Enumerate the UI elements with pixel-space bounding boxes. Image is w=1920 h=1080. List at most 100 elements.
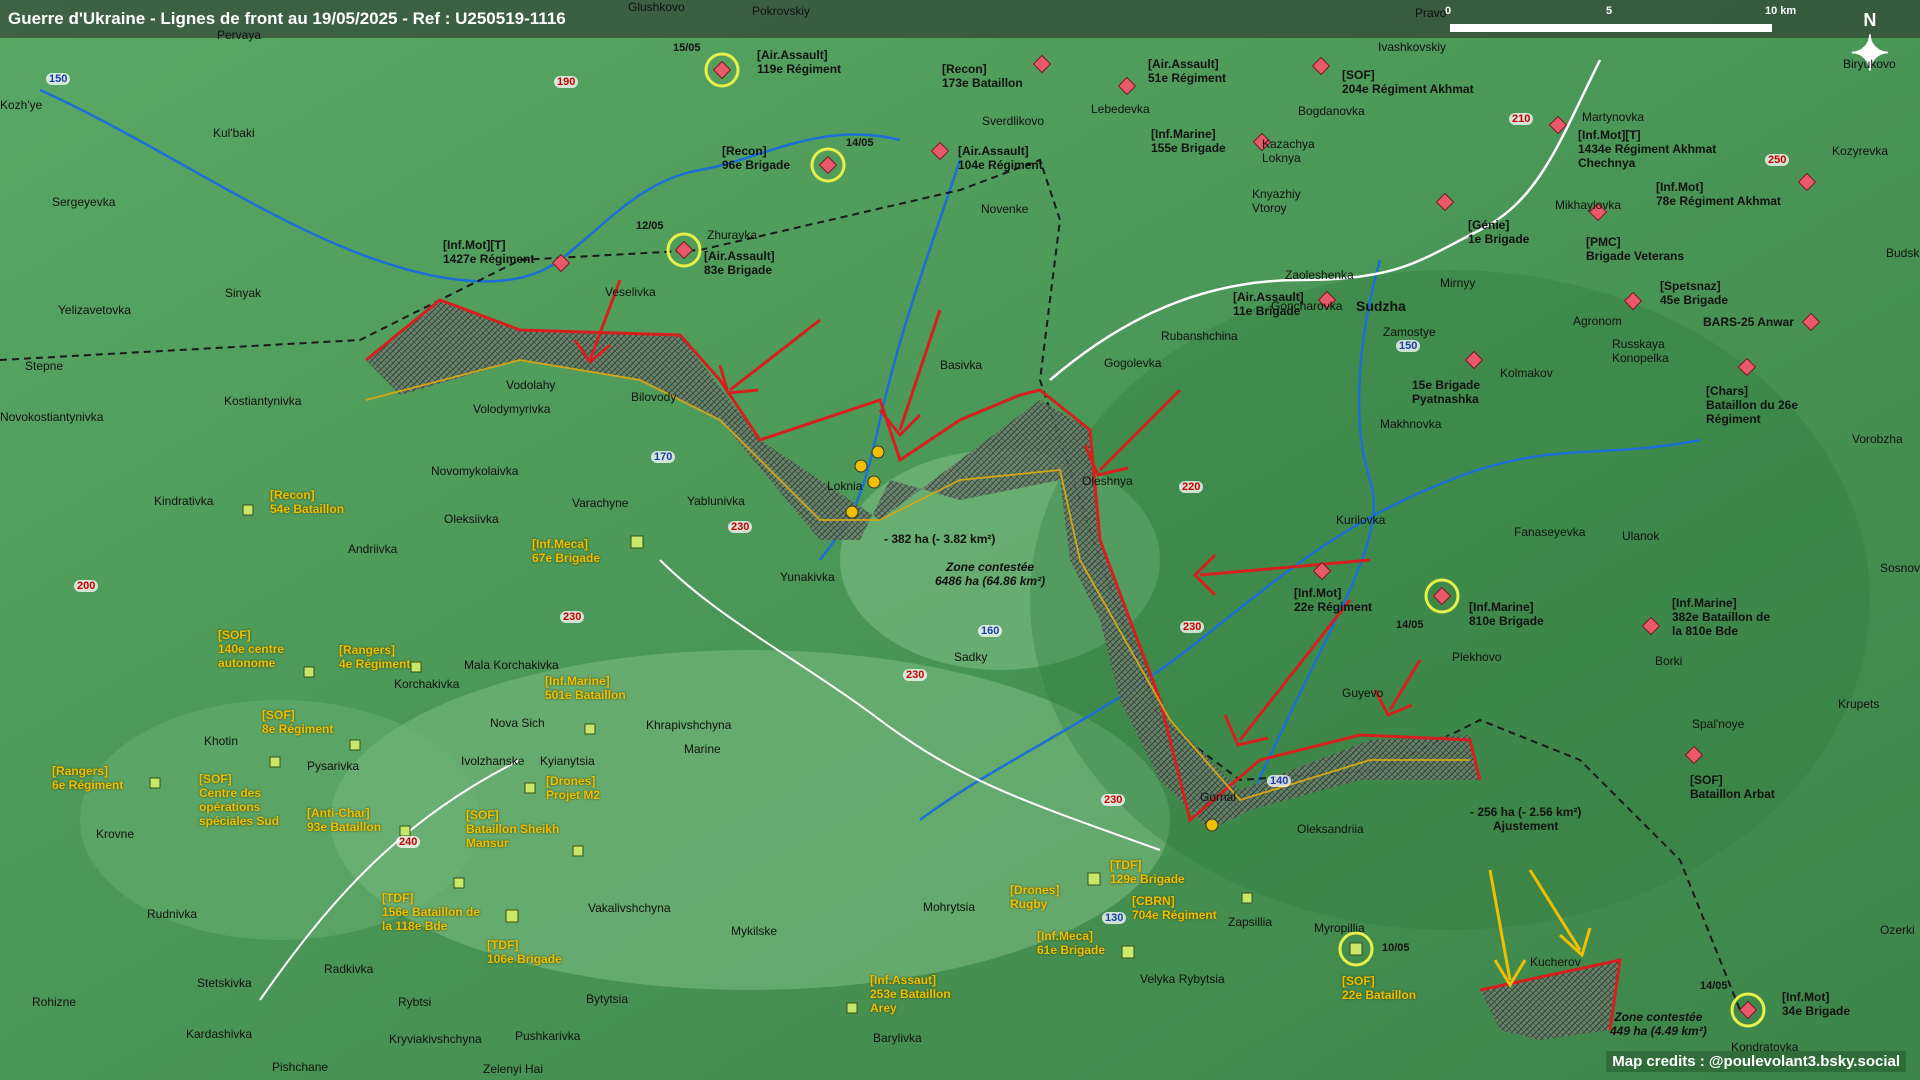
place-label: Gornal — [1200, 790, 1237, 804]
date-tag: 12/05 — [636, 220, 664, 232]
place-label: Velyka Rybytsia — [1140, 972, 1225, 986]
place-label: Rubanshchina — [1161, 329, 1238, 343]
ru-unit-label[interactable]: 15e Brigade Pyatnashka — [1412, 378, 1502, 406]
place-label: Myropillia — [1314, 921, 1365, 935]
place-label: Guyevo — [1342, 686, 1384, 700]
ru-unit-label[interactable]: [Inf.Marine] 155e Brigade — [1151, 127, 1226, 155]
ua-unit-label[interactable]: [TDF] 106e Brigade — [487, 938, 562, 966]
ru-unit-label[interactable]: [Inf.Mot] 34e Brigade — [1782, 990, 1850, 1018]
place-label: Fanaseyevka — [1514, 525, 1586, 539]
scale-label-end: 10 km — [1765, 5, 1797, 17]
ru-unit-label[interactable]: [Chars] Bataillon du 26e Régiment — [1706, 384, 1816, 426]
ua-unit-label[interactable]: [Drones] Rugby — [1010, 883, 1059, 911]
place-label: Mirnyy — [1440, 276, 1476, 290]
road-number: 230 — [1180, 621, 1205, 633]
ua-unit-label[interactable]: [Drones] Projet M2 — [546, 774, 600, 802]
ru-unit-label[interactable]: [Air.Assault] 119e Régiment — [757, 48, 841, 76]
ru-unit-label[interactable]: [Spetsnaz] 45e Brigade — [1660, 279, 1728, 307]
ua-unit-label[interactable]: [Anti-Char] 93e Bataillon — [307, 806, 381, 834]
area-change-note: Ajustement — [1493, 819, 1559, 833]
place-label: Oleksandriia — [1297, 822, 1364, 836]
place-label: Kostiantynivka — [224, 394, 302, 408]
ru-unit-label[interactable]: [SOF] Bataillon Arbat — [1690, 773, 1775, 801]
ua-unit-label[interactable]: [Inf.Meca] 61e Brigade — [1037, 929, 1105, 957]
ru-unit-label[interactable]: [Air.Assault] 51e Régiment — [1148, 57, 1226, 85]
ru-unit-label[interactable]: [Inf.Mot][T] 1434e Régiment Akhmat Chechn… — [1578, 128, 1718, 170]
ru-unit-label[interactable]: [Air.Assault] 104e Régiment — [958, 144, 1043, 172]
ua-unit-label[interactable]: [SOF] 140e centre autonome — [218, 628, 308, 670]
ua-unit-label[interactable]: [Inf.Marine] 501e Bataillon — [545, 674, 626, 702]
ru-unit-label[interactable]: [Inf.Marine] 382e Bataillon de la 810e Bd… — [1672, 596, 1782, 638]
area-change-label: - 256 ha (- 2.56 km²) Ajustement — [1470, 805, 1581, 833]
ru-unit-label[interactable]: [Inf.Marine] 810e Brigade — [1469, 600, 1544, 628]
place-label: Russkaya Konopelka — [1612, 337, 1669, 365]
ru-unit-label[interactable]: [SOF] 204e Régiment Akhmat — [1342, 68, 1474, 96]
place-label: Borki — [1655, 654, 1683, 668]
zone-title: Zone contestée — [946, 560, 1035, 574]
road-number: 150 — [46, 73, 71, 85]
place-label: Martynovka — [1582, 110, 1645, 124]
place-label: Novenke — [981, 202, 1029, 216]
ru-unit-label[interactable]: [Inf.Mot] 22e Régiment — [1294, 586, 1372, 614]
road-number: 170 — [651, 451, 676, 463]
place-label: Oleshnya — [1082, 474, 1133, 488]
place-label: Goncharovka — [1271, 299, 1343, 313]
place-label: Kolmakov — [1500, 366, 1553, 380]
ua-unit-label[interactable]: [SOF] Bataillon Sheikh Mansur — [466, 808, 566, 850]
road-number: 140 — [1267, 775, 1292, 787]
place-label: Nova Sich — [490, 716, 545, 730]
place-label: Kryviakivshchyna — [389, 1032, 482, 1046]
ua-unit-label[interactable]: [Inf.Assaut] 253e Bataillon Arey — [870, 973, 970, 1015]
place-label: Radkivka — [324, 962, 374, 976]
date-tag: 10/05 — [1382, 942, 1410, 954]
zone-area: 449 ha (4.49 km²) — [1610, 1024, 1707, 1038]
road-number: 240 — [396, 836, 421, 848]
place-label: Knyazhiy Vtoroy — [1252, 187, 1301, 215]
place-label: Budsk — [1886, 246, 1920, 260]
road-number: 210 — [1509, 113, 1534, 125]
ua-unit-label[interactable]: [SOF] 22e Bataillon — [1342, 974, 1416, 1002]
place-label: Mala Korchakivka — [464, 658, 559, 672]
ua-unit-label[interactable]: [TDF] 156e Bataillon de la 118e Bde — [382, 891, 482, 933]
place-label: Basivka — [940, 358, 983, 372]
ru-unit-label[interactable]: [Recon] 173e Bataillon — [942, 62, 1023, 90]
ua-unit-label[interactable]: [Inf.Meca] 67e Brigade — [532, 537, 600, 565]
place-label: Sadky — [954, 650, 988, 664]
ua-unit-label[interactable]: [Rangers] 4e Régiment — [339, 643, 410, 671]
ua-unit-label[interactable]: [Rangers] 6e Régiment — [52, 764, 123, 792]
ua-unit-label[interactable]: [TDF] 129e Brigade — [1110, 858, 1185, 886]
place-label: Ivolzhanske — [461, 754, 525, 768]
ua-unit-label[interactable]: [Recon] 54e Bataillon — [270, 488, 344, 516]
place-label: Ozerki — [1880, 923, 1915, 937]
place-label: Khrapivshchyna — [646, 718, 732, 732]
road-number: 190 — [554, 76, 579, 88]
place-label: Kul'baki — [213, 126, 255, 140]
place-label: Pushkarivka — [515, 1029, 581, 1043]
place-label: Oleksiivka — [444, 512, 499, 526]
ru-unit-label[interactable]: [Air.Assault] 83e Brigade — [704, 249, 775, 277]
zone-area: 6486 ha (64.86 km²) — [935, 574, 1046, 588]
ru-unit-label[interactable]: [Recon] 96e Brigade — [722, 144, 790, 172]
date-tag: 14/05 — [846, 137, 874, 149]
compass-star-icon: ✦ — [1849, 28, 1890, 81]
ru-unit-label[interactable]: [Inf.Mot] 78e Régiment Akhmat — [1656, 180, 1781, 208]
place-label: Sinyak — [225, 286, 262, 300]
ru-unit-label[interactable]: BARS-25 Anwar — [1703, 315, 1794, 329]
ru-unit-label[interactable]: [Génie] 1e Brigade — [1468, 218, 1529, 246]
place-label: Yelizavetovka — [58, 303, 131, 317]
ua-unit-label[interactable]: [SOF] 8e Régiment — [262, 708, 333, 736]
place-label: Yunakivka — [780, 570, 835, 584]
ua-unit-label[interactable]: [CBRN] 704e Régiment — [1132, 894, 1217, 922]
ua-unit-label[interactable]: [SOF] Centre des opérations spéciales Sud — [199, 772, 299, 828]
road-number: 220 — [1179, 481, 1204, 493]
place-label: Kozh'ye — [0, 98, 43, 112]
ru-unit-label[interactable]: [PMC] Brigade Veterans — [1586, 235, 1684, 263]
ru-unit-label[interactable]: [Inf.Mot][T] 1427e Régiment — [443, 238, 534, 266]
place-label: Agronom — [1573, 314, 1622, 328]
place-label: Kyianytsia — [540, 754, 595, 768]
place-label: Bogdanovka — [1298, 104, 1365, 118]
date-tag: 15/05 — [673, 42, 701, 54]
place-label: Bilovody — [631, 390, 677, 404]
place-label: Barylivka — [873, 1031, 922, 1045]
place-label: Sergeyevka — [52, 195, 116, 209]
